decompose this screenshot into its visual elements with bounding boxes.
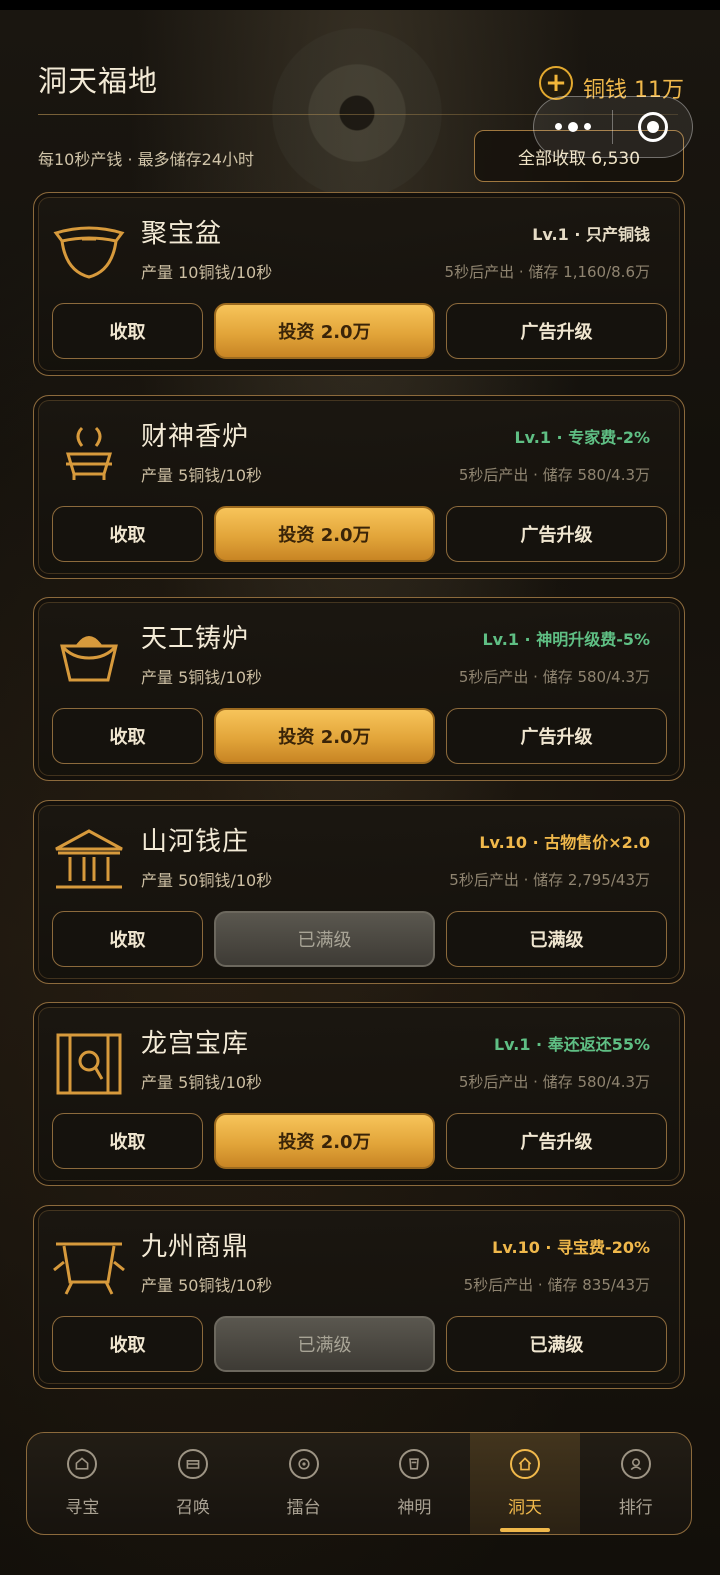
level-effect-tag: Lv.1 · 神明升级费-5% (482, 630, 650, 649)
nav-label: 神明 (397, 1498, 432, 1518)
collect-button[interactable]: 收取 (52, 1113, 203, 1169)
building-card: 聚宝盆 产量 10铜钱/10秒 Lv.1 · 只产铜钱 5秒后产出 · 储存 1… (33, 192, 685, 376)
level-effect-tag: Lv.10 · 寻宝费-20% (492, 1237, 650, 1257)
invest-button[interactable]: 投资 2.0万 (214, 708, 435, 764)
max-level-ad-button[interactable]: 已满级 (446, 1315, 667, 1372)
building-name: 财神香炉 (141, 421, 250, 452)
incense-burner-icon (52, 422, 126, 492)
deity-icon (399, 1449, 430, 1479)
nav-tab-arena[interactable]: 擂台 (248, 1433, 359, 1534)
add-currency-button[interactable]: + (539, 66, 573, 100)
ranking-icon (620, 1449, 651, 1479)
furnace-icon (52, 624, 126, 694)
collect-button[interactable]: 收取 (52, 303, 203, 359)
arena-icon (288, 1449, 319, 1479)
building-name: 山河钱庄 (141, 826, 250, 857)
bowl-icon (52, 219, 126, 289)
status-bar (0, 0, 720, 10)
ad-upgrade-button[interactable]: 广告升级 (446, 303, 667, 359)
production-rate: 产量 5铜钱/10秒 (141, 465, 263, 485)
level-effect-tag: Lv.1 · 奉还返还55% (493, 1035, 650, 1054)
nav-label: 召唤 (176, 1498, 210, 1518)
nav-label: 排行 (618, 1498, 653, 1518)
treasure-icon (67, 1449, 98, 1479)
level-effect-tag: Lv.10 · 古物售价×2.0 (479, 832, 650, 852)
building-name: 聚宝盆 (141, 219, 223, 249)
building-card: 天工铸炉 产量 5铜钱/10秒 Lv.1 · 神明升级费-5% 5秒后产出 · … (33, 597, 685, 781)
max-level-button[interactable]: 已满级 (214, 910, 435, 967)
building-name: 九州商鼎 (141, 1231, 250, 1262)
nav-tab-summon[interactable]: 召唤 (138, 1433, 249, 1534)
collect-button[interactable]: 收取 (52, 708, 203, 764)
cauldron-icon (52, 1232, 126, 1302)
nav-tab-ranking[interactable]: 排行 (580, 1433, 691, 1534)
ad-upgrade-button[interactable]: 广告升级 (446, 505, 667, 562)
building-card: 龙宫宝库 产量 5铜钱/10秒 Lv.1 · 奉还返还55% 5秒后产出 · 储… (33, 1002, 685, 1186)
close-miniprogram-icon[interactable] (613, 112, 692, 142)
collect-button[interactable]: 收取 (52, 910, 203, 967)
building-card: 财神香炉 产量 5铜钱/10秒 Lv.1 · 专家费-2% 5秒后产出 · 储存… (33, 394, 685, 579)
max-level-ad-button[interactable]: 已满级 (446, 910, 667, 967)
storage-status: 5秒后产出 · 储存 2,795/43万 (449, 870, 650, 889)
more-icon[interactable] (534, 121, 612, 132)
nav-tab-treasure[interactable]: 寻宝 (27, 1433, 138, 1534)
nav-label: 洞天 (508, 1498, 543, 1518)
building-list: 聚宝盆 产量 10铜钱/10秒 Lv.1 · 只产铜钱 5秒后产出 · 储存 1… (33, 192, 685, 1407)
production-rate: 产量 5铜钱/10秒 (141, 1073, 263, 1092)
nav-tab-home[interactable]: 洞天 (469, 1433, 581, 1534)
building-card: 山河钱庄 产量 50铜钱/10秒 Lv.10 · 古物售价×2.0 5秒后产出 … (33, 799, 685, 984)
invest-button[interactable]: 投资 2.0万 (214, 505, 435, 562)
invest-button[interactable]: 投资 2.0万 (214, 303, 435, 359)
nav-label: 寻宝 (65, 1498, 100, 1518)
vault-icon (52, 1029, 126, 1099)
collect-button[interactable]: 收取 (52, 1315, 203, 1372)
background-jade-disc (272, 28, 442, 198)
level-effect-tag: Lv.1 · 只产铜钱 (532, 225, 650, 244)
active-tab-indicator (499, 1528, 551, 1532)
production-rate: 产量 50铜钱/10秒 (141, 1275, 273, 1295)
nav-tab-deity[interactable]: 神明 (359, 1433, 470, 1534)
page-title: 洞天福地 (38, 64, 159, 98)
storage-status: 5秒后产出 · 储存 580/4.3万 (458, 465, 650, 484)
home-icon (510, 1449, 541, 1479)
storage-status: 5秒后产出 · 储存 1,160/8.6万 (444, 263, 650, 281)
ad-upgrade-button[interactable]: 广告升级 (446, 1113, 667, 1169)
summon-icon (178, 1449, 208, 1479)
level-effect-tag: Lv.1 · 专家费-2% (514, 427, 650, 447)
page-subtitle: 每10秒产钱 · 最多储存24小时 (38, 150, 254, 169)
bottom-nav: 寻宝 召唤 擂台 神明 洞天 排行 (26, 1432, 692, 1535)
miniprogram-capsule (533, 96, 693, 158)
nav-label: 擂台 (286, 1498, 321, 1518)
building-card: 九州商鼎 产量 50铜钱/10秒 Lv.10 · 寻宝费-20% 5秒后产出 ·… (33, 1204, 685, 1389)
bank-icon (52, 827, 126, 897)
max-level-button[interactable]: 已满级 (214, 1315, 435, 1372)
production-rate: 产量 50铜钱/10秒 (141, 870, 273, 890)
storage-status: 5秒后产出 · 储存 835/43万 (463, 1275, 650, 1294)
building-name: 天工铸炉 (141, 624, 250, 654)
production-rate: 产量 10铜钱/10秒 (141, 263, 273, 282)
storage-status: 5秒后产出 · 储存 580/4.3万 (458, 668, 650, 686)
invest-button[interactable]: 投资 2.0万 (214, 1113, 435, 1169)
ad-upgrade-button[interactable]: 广告升级 (446, 708, 667, 764)
production-rate: 产量 5铜钱/10秒 (141, 668, 263, 687)
building-name: 龙宫宝库 (141, 1029, 250, 1059)
storage-status: 5秒后产出 · 储存 580/4.3万 (458, 1073, 650, 1091)
collect-button[interactable]: 收取 (52, 505, 203, 562)
